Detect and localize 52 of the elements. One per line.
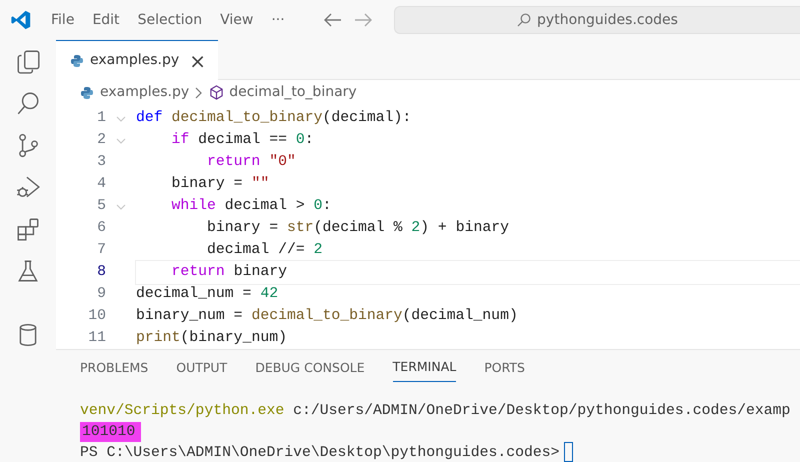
panel-tab[interactable]: PROBLEMS [80, 354, 148, 382]
panel-tab[interactable]: DEBUG CONSOLE [255, 354, 365, 382]
code-line: decimal //= 2 [206, 241, 324, 260]
search-text: pythonguides.codes [537, 10, 678, 30]
close-button[interactable]: × [189, 50, 206, 70]
code-line: return "0" [206, 153, 297, 172]
panel-tab[interactable]: TERMINAL [392, 354, 456, 382]
panel-tab[interactable]: PORTS [484, 354, 525, 382]
extensions-icon [15, 216, 41, 242]
line-number: 1 [96, 109, 106, 128]
code-line: binary_num = decimal_to_binary(decimal_num) [136, 307, 519, 326]
code-line: binary = "" [170, 175, 270, 194]
line-number: 6 [96, 219, 106, 238]
terminal-output: 101010 [80, 422, 142, 442]
breadcrumb-item[interactable]: examples.py [100, 82, 190, 104]
run-debug-icon [15, 174, 41, 200]
back-arrow-icon[interactable] [324, 13, 342, 27]
cube-icon [209, 85, 224, 100]
code-line: decimal_num = 42 [136, 285, 280, 304]
code-line: return binary [136, 261, 800, 284]
panel-tab[interactable]: OUTPUT [176, 354, 228, 382]
files-icon [15, 48, 41, 74]
line-number: 8 [96, 263, 106, 282]
terminal-command: venv/Scripts/python.exe c:/Users/ADMIN/OneDrive/Desktop/pythonguides.codes/examp [80, 403, 790, 420]
line-number: 10 [87, 307, 106, 326]
code-line: print(binary_num) [136, 329, 288, 348]
code-line: if decimal == 0: [170, 131, 315, 150]
menu-item[interactable]: ··· [262, 10, 294, 30]
line-number: 2 [96, 131, 106, 150]
menu-item[interactable]: Selection [128, 10, 212, 30]
python-file-icon [80, 86, 94, 100]
menu-item[interactable]: Edit [83, 10, 129, 30]
code-line: while decimal > 0: [170, 197, 332, 216]
line-number: 4 [96, 175, 106, 194]
editor-logo-icon [10, 9, 32, 31]
line-number: 5 [96, 197, 106, 216]
line-number: 11 [87, 329, 106, 348]
menu-item[interactable]: View [211, 10, 262, 30]
line-number: 7 [96, 241, 106, 260]
search-icon [517, 13, 532, 27]
menu-item[interactable]: File [42, 10, 84, 30]
code-line: def decimal_to_binary(decimal): [136, 109, 412, 128]
breadcrumb-item[interactable]: decimal_to_binary [229, 82, 357, 104]
search-icon [15, 90, 41, 116]
python-file-icon [70, 54, 84, 68]
code-line: binary = str(decimal % 2) + binary [206, 219, 510, 238]
line-number: 9 [96, 285, 106, 304]
terminal-prompt: PS C:\Users\ADMIN\OneDrive\Desktop\pythonguides.codes> [80, 445, 560, 462]
search-field[interactable]: pythonguides.codes [394, 6, 800, 34]
chevron-icon [195, 86, 204, 99]
line-number: 3 [96, 153, 106, 172]
editor-tab[interactable]: examples.py × [56, 40, 218, 80]
